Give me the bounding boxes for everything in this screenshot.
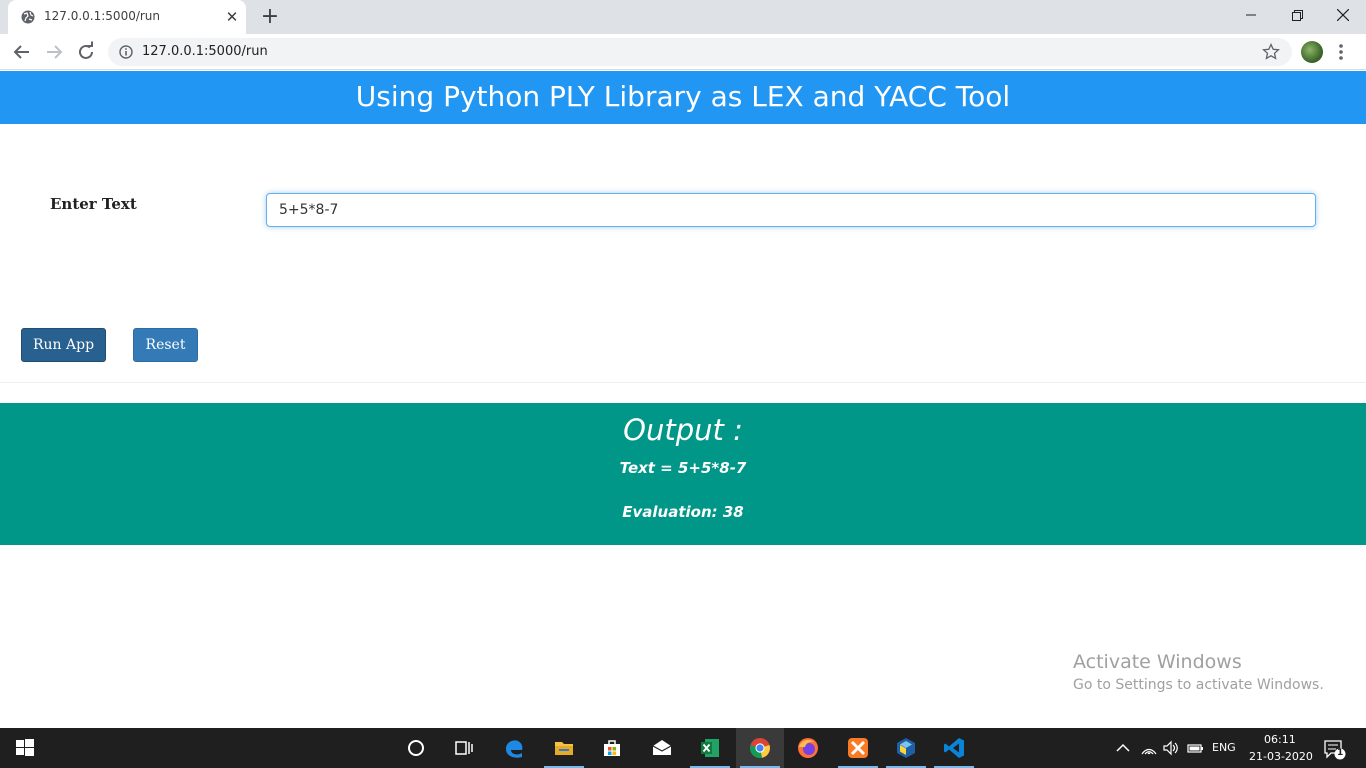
taskbar-firefox[interactable] (784, 728, 832, 768)
restore-icon (1291, 10, 1303, 21)
output-panel: Output : Text = 5+5*8-7 Evaluation: 38 (0, 403, 1366, 545)
address-bar[interactable]: 127.0.0.1:5000/run (108, 38, 1292, 66)
taskbar-excel[interactable] (686, 728, 734, 768)
taskbar-xampp[interactable] (834, 728, 882, 768)
folder-icon (555, 742, 573, 755)
browser-tab[interactable]: 127.0.0.1:5000/run ✕ (8, 0, 246, 34)
clock-date[interactable]: 21-03-2020 (1249, 750, 1313, 763)
enter-text-label: Enter Text (50, 195, 137, 213)
windows-logo-icon (16, 739, 34, 756)
clock-time[interactable]: 06:11 (1264, 733, 1296, 746)
restore-button[interactable] (1274, 0, 1320, 30)
task-view-icon (455, 741, 473, 755)
reset-button[interactable]: Reset (133, 328, 198, 362)
tab-title: 127.0.0.1:5000/run (44, 9, 161, 23)
expression-input[interactable] (266, 193, 1316, 227)
taskbar-vscode[interactable] (930, 728, 978, 768)
excel-icon (701, 739, 719, 757)
taskbar-mail[interactable] (638, 728, 686, 768)
firefox-icon (798, 738, 818, 758)
action-center-icon[interactable] (1323, 739, 1347, 761)
vscode-icon (944, 738, 964, 758)
browser-tab-strip: 127.0.0.1:5000/run ✕ + (0, 0, 1366, 34)
battery-icon[interactable] (1186, 740, 1204, 756)
notification-count-badge: 1 (1337, 748, 1344, 758)
minimize-icon (1246, 14, 1256, 16)
start-button[interactable] (0, 728, 48, 768)
page-title: Using Python PLY Library as LEX and YACC… (355, 80, 1011, 113)
input-language[interactable]: ENG (1212, 741, 1236, 754)
web-page: Using Python PLY Library as LEX and YACC… (0, 71, 1366, 728)
activate-windows-title: Activate Windows (1073, 651, 1242, 673)
forward-arrow-icon[interactable] (42, 40, 66, 64)
divider (0, 382, 1366, 383)
browser-toolbar: 127.0.0.1:5000/run (0, 34, 1366, 70)
task-view-button[interactable] (440, 728, 488, 768)
xampp-icon (848, 738, 868, 758)
wifi-icon[interactable] (1140, 740, 1158, 756)
windows-taskbar: ENG 06:11 21-03-2020 1 (0, 728, 1366, 768)
profile-avatar[interactable] (1301, 41, 1323, 63)
mail-icon (652, 740, 672, 755)
output-evaluation: Evaluation: 38 (622, 503, 744, 521)
output-text-value: Text = 5+5*8-7 (619, 459, 747, 477)
cortana-circle-icon (408, 740, 424, 756)
volume-icon[interactable] (1162, 740, 1180, 756)
url-text: 127.0.0.1:5000/run (142, 44, 268, 59)
globe-icon (21, 10, 35, 24)
chrome-icon (750, 738, 770, 758)
minimize-button[interactable] (1228, 0, 1274, 30)
more-menu-icon[interactable] (1336, 41, 1346, 63)
show-hidden-icons-chevron-icon[interactable] (1114, 740, 1132, 756)
taskbar-edge[interactable] (490, 728, 538, 768)
bookmark-star-icon[interactable] (1262, 43, 1280, 61)
run-app-button[interactable]: Run App (21, 328, 106, 362)
info-icon[interactable] (119, 45, 133, 59)
taskbar-store[interactable] (588, 728, 636, 768)
output-heading: Output : (623, 413, 743, 447)
reload-icon[interactable] (74, 40, 98, 64)
taskbar-virtualbox[interactable] (882, 728, 930, 768)
close-window-button[interactable] (1320, 0, 1366, 30)
edge-browser-icon (506, 740, 523, 758)
cortana-button[interactable] (392, 728, 440, 768)
activate-windows-subtitle: Go to Settings to activate Windows. (1073, 677, 1324, 693)
close-icon (1336, 8, 1350, 22)
back-arrow-icon[interactable] (10, 40, 34, 64)
store-bag-icon (604, 740, 620, 756)
virtualbox-cube-icon (897, 738, 915, 758)
taskbar-file-explorer[interactable] (540, 728, 588, 768)
taskbar-chrome[interactable] (736, 728, 784, 768)
close-tab-icon[interactable]: ✕ (224, 9, 240, 25)
page-header-banner: Using Python PLY Library as LEX and YACC… (0, 71, 1366, 124)
new-tab-button[interactable]: + (259, 6, 281, 28)
